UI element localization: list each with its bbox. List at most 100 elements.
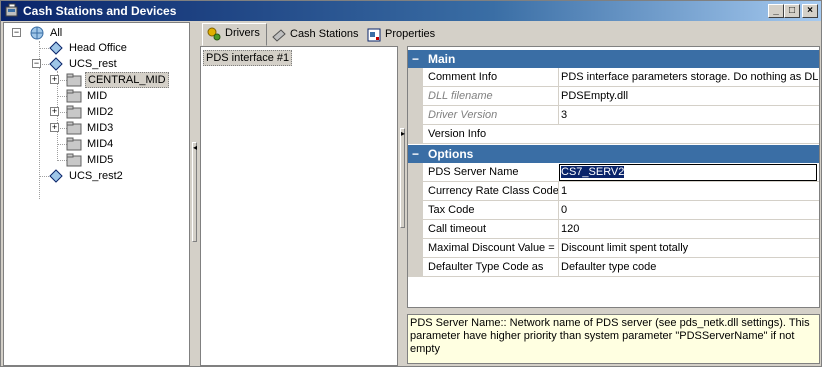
tree-label: MID2 — [87, 106, 114, 118]
folder-icon — [66, 153, 82, 167]
tree-node-mid5[interactable]: MID5 — [66, 152, 186, 168]
drivers-list[interactable]: PDS interface #1 — [200, 46, 398, 366]
row-margin — [408, 258, 423, 277]
property-row[interactable]: Currency Rate Class Code 1 — [408, 182, 819, 201]
category-label: Options — [428, 147, 474, 161]
tab-properties[interactable]: Properties — [363, 25, 441, 45]
collapse-icon[interactable]: − — [32, 59, 41, 68]
property-name: DLL filename — [428, 90, 493, 102]
station-icon — [49, 57, 63, 71]
close-button[interactable]: × — [802, 4, 818, 18]
row-margin — [408, 182, 423, 201]
property-row[interactable]: Defaulter Type Code as Defaulter type co… — [408, 258, 819, 277]
property-value[interactable]: PDSEmpty.dll — [558, 87, 819, 106]
title-bar[interactable]: Cash Stations and Devices _ □ × — [1, 1, 821, 21]
expand-icon[interactable]: + — [50, 75, 59, 84]
tree-node-mid[interactable]: MID — [66, 88, 186, 104]
selected-text: CS7_SERV2 — [561, 166, 625, 178]
property-value[interactable]: 3 — [558, 106, 819, 125]
property-row[interactable]: PDS Server Name CS7_SERV2 — [408, 163, 819, 182]
maximize-button[interactable]: □ — [784, 4, 800, 18]
tab-strip: Drivers Cash Stations Properties — [200, 23, 820, 46]
window-title: Cash Stations and Devices — [23, 4, 177, 18]
tree-node-all[interactable]: − All — [12, 25, 182, 41]
property-row[interactable]: Call timeout 120 — [408, 220, 819, 239]
list-item[interactable]: PDS interface #1 — [203, 50, 293, 66]
tree-label: MID5 — [87, 154, 114, 166]
property-grid[interactable]: − Main Comment Info PDS interface parame… — [407, 46, 820, 308]
category-options[interactable]: − Options — [408, 145, 819, 163]
property-name: Comment Info — [428, 71, 498, 83]
cash-station-icon — [5, 3, 18, 17]
collapse-icon[interactable]: − — [12, 28, 21, 37]
row-margin — [408, 201, 423, 220]
property-row[interactable]: Maximal Discount Value = Discount limit … — [408, 239, 819, 258]
tree-label: Head Office — [69, 42, 127, 54]
collapse-icon[interactable]: − — [412, 145, 422, 163]
property-description: PDS Server Name:: Network name of PDS se… — [407, 314, 820, 364]
tree-label: CENTRAL_MID — [85, 72, 169, 88]
station-icon — [49, 169, 63, 183]
tab-label: Drivers — [225, 27, 260, 39]
property-row[interactable]: DLL filename PDSEmpty.dll — [408, 87, 819, 106]
property-row[interactable]: Driver Version 3 — [408, 106, 819, 125]
property-name: Maximal Discount Value = — [428, 242, 555, 254]
property-value-editor[interactable]: CS7_SERV2 — [559, 164, 817, 181]
property-row[interactable]: Comment Info PDS interface parameters st… — [408, 68, 819, 87]
row-margin — [408, 239, 423, 258]
row-margin — [408, 125, 423, 144]
property-value[interactable]: Defaulter type code — [558, 258, 819, 277]
row-margin — [408, 87, 423, 106]
property-name: Currency Rate Class Code — [428, 185, 558, 197]
tab-drivers[interactable]: Drivers — [202, 23, 267, 46]
drivers-icon — [207, 27, 221, 41]
grid-splitter[interactable]: ▸ — [399, 46, 406, 310]
property-value[interactable]: Discount limit spent totally — [558, 239, 819, 258]
station-tree[interactable]: − All Head Office − UCS_rest + CENTRAL_M… — [3, 22, 190, 366]
tree-splitter[interactable]: ◂ — [191, 22, 198, 366]
property-value[interactable]: 0 — [558, 201, 819, 220]
property-name: PDS Server Name — [428, 166, 519, 178]
property-value[interactable]: 1 — [558, 182, 819, 201]
folder-icon — [66, 105, 82, 119]
folder-icon — [66, 121, 82, 135]
collapse-left-arrow-icon[interactable]: ◂ — [192, 142, 197, 242]
tab-cash-stations[interactable]: Cash Stations — [268, 25, 364, 45]
tree-node-mid2[interactable]: + MID2 — [50, 104, 185, 120]
tree-node-ucs-rest[interactable]: − UCS_rest — [32, 56, 182, 72]
property-name: Tax Code — [428, 204, 475, 216]
tree-label: All — [50, 27, 63, 39]
row-margin — [408, 163, 423, 182]
property-row[interactable]: Version Info — [408, 125, 819, 144]
property-name: Version Info — [428, 128, 487, 140]
tree-node-mid3[interactable]: + MID3 — [50, 120, 185, 136]
property-value[interactable]: PDS interface parameters storage. Do not… — [558, 68, 819, 87]
property-name: Call timeout — [428, 223, 487, 235]
folder-icon — [66, 137, 82, 151]
tree-label: UCS_rest2 — [69, 170, 123, 182]
tree-label: MID — [87, 90, 108, 102]
tree-label: UCS_rest — [69, 58, 117, 70]
tree-node-ucs-rest2[interactable]: UCS_rest2 — [48, 168, 188, 184]
collapse-icon[interactable]: − — [412, 50, 422, 68]
property-row[interactable]: Tax Code 0 — [408, 201, 819, 220]
cash-stations-icon — [272, 29, 286, 42]
row-margin — [408, 220, 423, 239]
folder-icon — [66, 89, 82, 103]
folder-icon — [66, 73, 82, 87]
tab-label: Cash Stations — [290, 28, 359, 40]
row-margin — [408, 68, 423, 87]
category-main[interactable]: − Main — [408, 50, 819, 68]
tree-node-mid4[interactable]: MID4 — [66, 136, 186, 152]
category-label: Main — [428, 52, 456, 66]
tree-node-central-mid[interactable]: + CENTRAL_MID — [50, 72, 185, 88]
minimize-button[interactable]: _ — [768, 4, 784, 18]
property-value[interactable]: 120 — [558, 220, 819, 239]
main-window: Cash Stations and Devices _ □ × − All He… — [0, 0, 822, 367]
tree-node-head-office[interactable]: Head Office — [48, 40, 188, 56]
expand-icon[interactable]: + — [50, 107, 59, 116]
property-name: Driver Version — [428, 109, 498, 121]
expand-icon[interactable]: + — [50, 123, 59, 132]
collapse-left-arrow-icon[interactable]: ▸ — [400, 128, 405, 228]
station-icon — [49, 41, 63, 55]
